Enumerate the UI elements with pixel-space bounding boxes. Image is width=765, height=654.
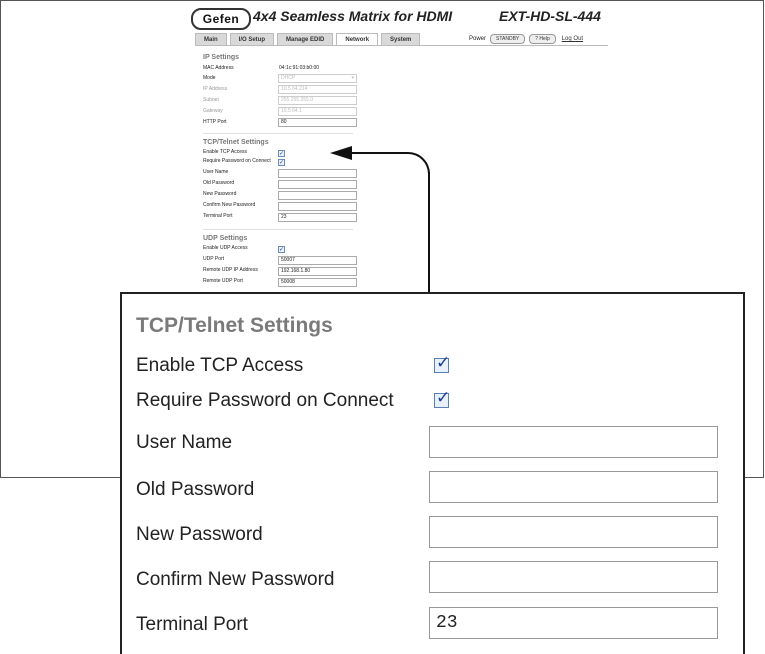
gateway-label: Gateway <box>203 108 223 114</box>
new-password-label-small: New Password <box>203 191 237 197</box>
username-label: User Name <box>136 432 233 453</box>
new-password-field-small[interactable] <box>278 191 357 200</box>
checkmark-icon: ✓ <box>436 388 451 408</box>
model-title: EXT-HD-SL-444 <box>499 8 601 24</box>
username-label-small: User Name <box>203 169 229 175</box>
remote-udp-port-label: Remote UDP Port <box>203 278 243 284</box>
old-password-field[interactable] <box>429 471 718 503</box>
ip-address-label: IP Address <box>203 86 228 92</box>
mac-label: MAC Address <box>203 65 234 71</box>
checkmark-icon: ✓ <box>436 353 451 373</box>
confirm-password-field-small[interactable] <box>278 202 357 211</box>
mode-value: DHCP <box>281 75 296 81</box>
mac-value: 04:1c:91:03:b0:00 <box>279 65 320 71</box>
udp-port-field[interactable]: 50007 <box>278 256 357 265</box>
username-field-small[interactable] <box>278 169 357 178</box>
ip-settings-title: IP Settings <box>203 54 240 61</box>
mode-label: Mode <box>203 75 216 81</box>
enable-udp-label: Enable UDP Access <box>203 245 248 251</box>
remote-udp-ip-field[interactable]: 192.168.1.80 <box>278 267 357 276</box>
arrowhead-icon <box>330 146 352 160</box>
confirm-password-field[interactable] <box>429 561 718 593</box>
enable-tcp-checkbox-small[interactable]: ✓ <box>278 150 285 157</box>
new-password-field[interactable] <box>429 516 718 548</box>
mode-select[interactable]: DHCP ▾ <box>278 74 357 83</box>
power-controls: Power STANDBY ? Help Log Out <box>469 34 583 44</box>
old-password-label: Old Password <box>136 479 255 500</box>
standby-button[interactable]: STANDBY <box>490 34 526 44</box>
enable-udp-checkbox[interactable]: ✓ <box>278 246 285 253</box>
logout-link[interactable]: Log Out <box>562 36 583 42</box>
http-port-label: HTTP Port <box>203 119 227 125</box>
enable-tcp-checkbox[interactable]: ✓ <box>434 353 450 373</box>
confirm-password-label: Confirm New Password <box>136 569 335 590</box>
old-password-field-small[interactable] <box>278 180 357 189</box>
subnet-field[interactable]: 255.255.255.0 <box>278 96 357 105</box>
enable-tcp-label-small: Enable TCP Access <box>203 149 248 155</box>
chevron-down-icon: ▾ <box>351 75 354 81</box>
tab-bar: Main I/O Setup Manage EDID Network Syste… <box>195 33 423 46</box>
terminal-port-field[interactable]: 23 <box>429 607 718 639</box>
username-field[interactable] <box>429 426 718 458</box>
product-title: 4x4 Seamless Matrix for HDMI <box>253 8 453 24</box>
tcp-settings-title: TCP/Telnet Settings <box>136 314 333 337</box>
remote-udp-port-field[interactable]: 50008 <box>278 278 357 287</box>
terminal-port-label: Terminal Port <box>136 614 248 635</box>
terminal-port-label-small: Terminal Port <box>203 213 233 219</box>
tcp-settings-title-small: TCP/Telnet Settings <box>203 139 269 146</box>
udp-settings-title: UDP Settings <box>203 235 248 242</box>
callout-arrow-vertical <box>428 172 430 294</box>
section-divider <box>203 229 353 230</box>
require-password-label: Require Password on Connect <box>136 390 394 411</box>
section-divider <box>203 133 353 134</box>
http-port-field[interactable]: 80 <box>278 118 357 127</box>
terminal-port-field-small[interactable]: 23 <box>278 213 357 222</box>
new-password-label: New Password <box>136 524 263 545</box>
subnet-label: Subnet <box>203 97 219 103</box>
tcp-settings-zoom-panel: TCP/Telnet Settings Enable TCP Access ✓ … <box>120 292 745 654</box>
remote-udp-ip-label: Remote UDP IP Address <box>203 267 258 273</box>
ip-address-field[interactable]: 10.5.64.214 <box>278 85 357 94</box>
require-password-checkbox-small[interactable]: ✓ <box>278 159 285 166</box>
tab-divider <box>195 45 608 46</box>
gateway-field[interactable]: 10.5.64.1 <box>278 107 357 116</box>
callout-arrow-horizontal <box>352 152 408 154</box>
require-password-checkbox[interactable]: ✓ <box>434 388 450 408</box>
power-label: Power <box>469 36 487 42</box>
help-button[interactable]: ? Help <box>529 34 556 44</box>
udp-port-label: UDP Port <box>203 256 225 262</box>
confirm-password-label-small: Confirm New Password <box>203 202 256 208</box>
old-password-label-small: Old Password <box>203 180 235 186</box>
enable-tcp-label: Enable TCP Access <box>136 355 304 376</box>
require-password-label-small: Require Password on Connect <box>203 158 271 164</box>
gefen-logo: Gefen <box>191 8 251 30</box>
